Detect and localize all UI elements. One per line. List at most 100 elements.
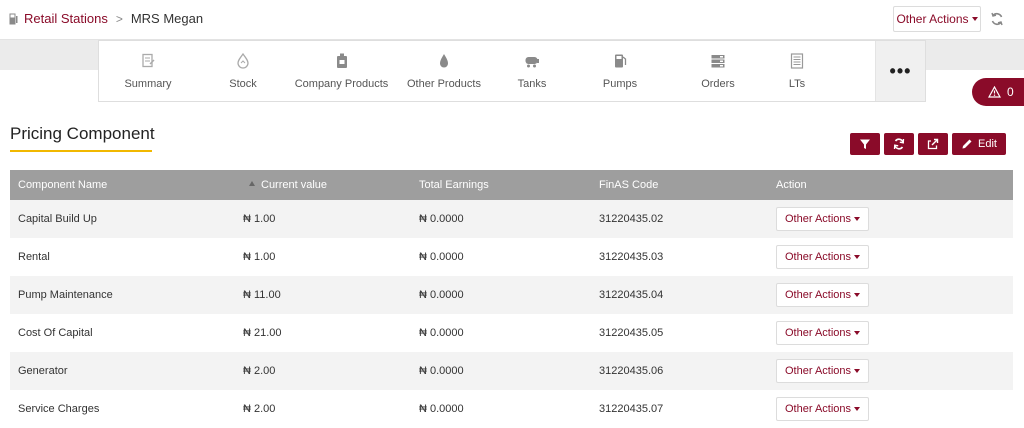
tab-label: Company Products bbox=[294, 78, 389, 90]
tab-label: Pumps bbox=[602, 78, 638, 90]
column-header-finas-code[interactable]: FinAS Code bbox=[591, 170, 768, 200]
stock-icon bbox=[237, 53, 249, 69]
row-other-actions-button[interactable]: Other Actions bbox=[776, 245, 870, 269]
other-actions-dropdown[interactable]: Other Actions bbox=[893, 6, 981, 32]
action-cell: Other Actions bbox=[768, 390, 1013, 428]
column-header-component-name[interactable]: Component Name bbox=[10, 170, 235, 200]
action-cell: Other Actions bbox=[768, 314, 1013, 352]
caret-down-icon bbox=[971, 17, 978, 21]
tab-stock[interactable]: Stock bbox=[197, 41, 289, 101]
tab-label: LTs bbox=[788, 78, 806, 90]
alert-badge[interactable]: 0 bbox=[972, 78, 1024, 106]
breadcrumb-retail-stations[interactable]: Retail Stations bbox=[24, 11, 108, 26]
sort-asc-icon[interactable] bbox=[249, 180, 255, 186]
filter-icon bbox=[860, 139, 870, 149]
company-products-icon bbox=[336, 53, 347, 68]
row-other-actions-label: Other Actions bbox=[785, 403, 852, 415]
row-other-actions-button[interactable]: Other Actions bbox=[776, 397, 870, 421]
tab-more[interactable]: ••• bbox=[875, 41, 925, 101]
tab-company-products[interactable]: Company Products bbox=[289, 41, 394, 101]
breadcrumb-separator-icon: > bbox=[115, 11, 123, 26]
table-row: Generator ₦ 2.00 ₦ 0.0000 31220435.06 Other … bbox=[10, 352, 1013, 390]
table-row: Rental ₦ 1.00 ₦ 0.0000 31220435.03 Other Act… bbox=[10, 238, 1013, 276]
total-earnings-cell: ₦ 0.0000 bbox=[419, 213, 464, 225]
tab-label: Stock bbox=[229, 78, 257, 90]
tab-pumps[interactable]: Pumps bbox=[570, 41, 670, 101]
refresh-icon bbox=[893, 138, 905, 150]
pumps-icon bbox=[615, 54, 627, 68]
table-header-row: Component Name Current value Total Earni… bbox=[10, 170, 1013, 200]
caret-down-icon bbox=[854, 255, 861, 259]
row-other-actions-label: Other Actions bbox=[785, 213, 852, 225]
component-name-cell: Generator bbox=[18, 365, 68, 377]
refresh-button[interactable] bbox=[884, 133, 914, 155]
finas-code-cell: 31220435.07 bbox=[599, 403, 664, 415]
top-bar: Retail Stations > MRS Megan Other Action… bbox=[0, 0, 1024, 40]
component-name-cell: Rental bbox=[18, 251, 50, 263]
total-earnings-cell: ₦ 0.0000 bbox=[419, 365, 464, 377]
lts-icon bbox=[790, 53, 804, 69]
finas-code-cell: 31220435.04 bbox=[599, 289, 664, 301]
finas-code-cell: 31220435.03 bbox=[599, 251, 664, 263]
pencil-icon bbox=[962, 139, 972, 149]
refresh-icon[interactable] bbox=[990, 12, 1004, 26]
page-title: Pricing Component bbox=[10, 124, 155, 143]
orders-icon bbox=[711, 55, 725, 68]
component-name-cell: Cost Of Capital bbox=[18, 327, 93, 339]
edit-label: Edit bbox=[978, 138, 997, 150]
current-value-cell: ₦ 21.00 bbox=[243, 327, 282, 339]
row-other-actions-button[interactable]: Other Actions bbox=[776, 283, 870, 307]
table-row: Pump Maintenance ₦ 11.00 ₦ 0.0000 31220435.… bbox=[10, 276, 1013, 314]
warning-icon bbox=[988, 86, 1001, 98]
total-earnings-cell: ₦ 0.0000 bbox=[419, 289, 464, 301]
row-other-actions-label: Other Actions bbox=[785, 289, 852, 301]
row-other-actions-button[interactable]: Other Actions bbox=[776, 207, 870, 231]
tab-label: Summary bbox=[124, 78, 172, 90]
caret-down-icon bbox=[854, 293, 861, 297]
tab-other-products[interactable]: Other Products bbox=[394, 41, 494, 101]
finas-code-cell: 31220435.02 bbox=[599, 213, 664, 225]
component-name-cell: Capital Build Up bbox=[18, 213, 97, 225]
tab-orders[interactable]: Orders bbox=[670, 41, 766, 101]
station-icon bbox=[9, 13, 18, 24]
alert-count: 0 bbox=[1007, 85, 1014, 99]
tanks-icon bbox=[525, 57, 539, 68]
other-actions-label: Other Actions bbox=[896, 12, 969, 26]
filter-button[interactable] bbox=[850, 133, 880, 155]
export-button[interactable] bbox=[918, 133, 948, 155]
title-underline bbox=[10, 150, 152, 152]
row-other-actions-button[interactable]: Other Actions bbox=[776, 321, 870, 345]
column-header-current-value[interactable]: Current value bbox=[235, 170, 411, 200]
summary-icon bbox=[142, 53, 155, 68]
tab-label: Tanks bbox=[517, 78, 547, 90]
row-other-actions-label: Other Actions bbox=[785, 327, 852, 339]
column-header-total-earnings[interactable]: Total Earnings bbox=[411, 170, 591, 200]
total-earnings-cell: ₦ 0.0000 bbox=[419, 327, 464, 339]
tab-summary[interactable]: Summary bbox=[99, 41, 197, 101]
tab-tanks[interactable]: Tanks bbox=[494, 41, 570, 101]
other-products-icon bbox=[440, 54, 448, 68]
component-name-cell: Service Charges bbox=[18, 403, 100, 415]
table-toolbar: Edit bbox=[850, 133, 1006, 155]
edit-button[interactable]: Edit bbox=[952, 133, 1006, 155]
column-header-action: Action bbox=[776, 179, 807, 191]
current-value-cell: ₦ 1.00 bbox=[243, 213, 276, 225]
caret-down-icon bbox=[854, 369, 861, 373]
table-row: Capital Build Up ₦ 1.00 ₦ 0.0000 31220435.0… bbox=[10, 200, 1013, 238]
pricing-table: Component Name Current value Total Earni… bbox=[10, 170, 1013, 428]
breadcrumb-current: MRS Megan bbox=[130, 11, 204, 26]
export-icon bbox=[927, 138, 939, 150]
action-cell: Other Actions bbox=[768, 276, 1013, 314]
caret-down-icon bbox=[854, 331, 861, 335]
current-value-cell: ₦ 2.00 bbox=[243, 403, 276, 415]
tab-label: Orders bbox=[701, 78, 735, 90]
current-value-cell: ₦ 2.00 bbox=[243, 365, 276, 377]
caret-down-icon bbox=[854, 407, 861, 411]
tab-lts[interactable]: LTs bbox=[766, 41, 828, 101]
table-row: Cost Of Capital ₦ 21.00 ₦ 0.0000 31220435.0… bbox=[10, 314, 1013, 352]
finas-code-cell: 31220435.06 bbox=[599, 365, 664, 377]
row-other-actions-button[interactable]: Other Actions bbox=[776, 359, 870, 383]
tab-bar: Summary Stock Company Products Other Pro… bbox=[98, 40, 926, 102]
tab-label: Other Products bbox=[407, 78, 481, 90]
finas-code-cell: 31220435.05 bbox=[599, 327, 664, 339]
